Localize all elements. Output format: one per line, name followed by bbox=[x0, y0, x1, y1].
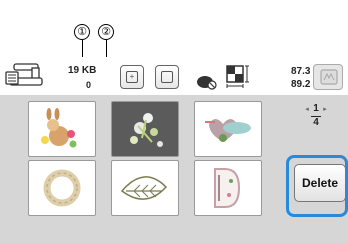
pattern-cell-2[interactable] bbox=[111, 101, 179, 157]
pattern-cell-4[interactable] bbox=[28, 160, 96, 216]
page-indicator: ◂ 1 ▸ 4 bbox=[296, 98, 336, 128]
pattern-cell-3[interactable] bbox=[194, 101, 262, 157]
page-total: 4 bbox=[313, 117, 319, 129]
pattern-cell-5[interactable] bbox=[111, 160, 179, 216]
pattern-cell-1[interactable] bbox=[28, 101, 96, 157]
delete-button[interactable]: Delete bbox=[294, 164, 346, 202]
card-memory-button[interactable] bbox=[155, 65, 179, 89]
page-current: 1 bbox=[313, 103, 319, 114]
callout-2: ② bbox=[98, 24, 114, 40]
size-icon bbox=[225, 64, 251, 90]
pattern-memory-button[interactable]: + bbox=[120, 65, 144, 89]
memory-card-icon bbox=[196, 73, 218, 91]
frame-button[interactable] bbox=[313, 64, 343, 90]
sewing-machine-icon bbox=[4, 62, 48, 90]
memory-free: 0 bbox=[86, 80, 92, 90]
page-prev-icon[interactable]: ◂ bbox=[305, 106, 309, 113]
page-next-icon[interactable]: ▸ bbox=[323, 106, 327, 113]
embroidery-frame-icon bbox=[320, 69, 338, 85]
square-icon bbox=[161, 71, 173, 83]
plus-icon: + bbox=[126, 71, 138, 83]
memory-used: 19 KB bbox=[68, 65, 97, 76]
callout-1: ① bbox=[74, 24, 90, 40]
pattern-cell-6[interactable] bbox=[194, 160, 262, 216]
